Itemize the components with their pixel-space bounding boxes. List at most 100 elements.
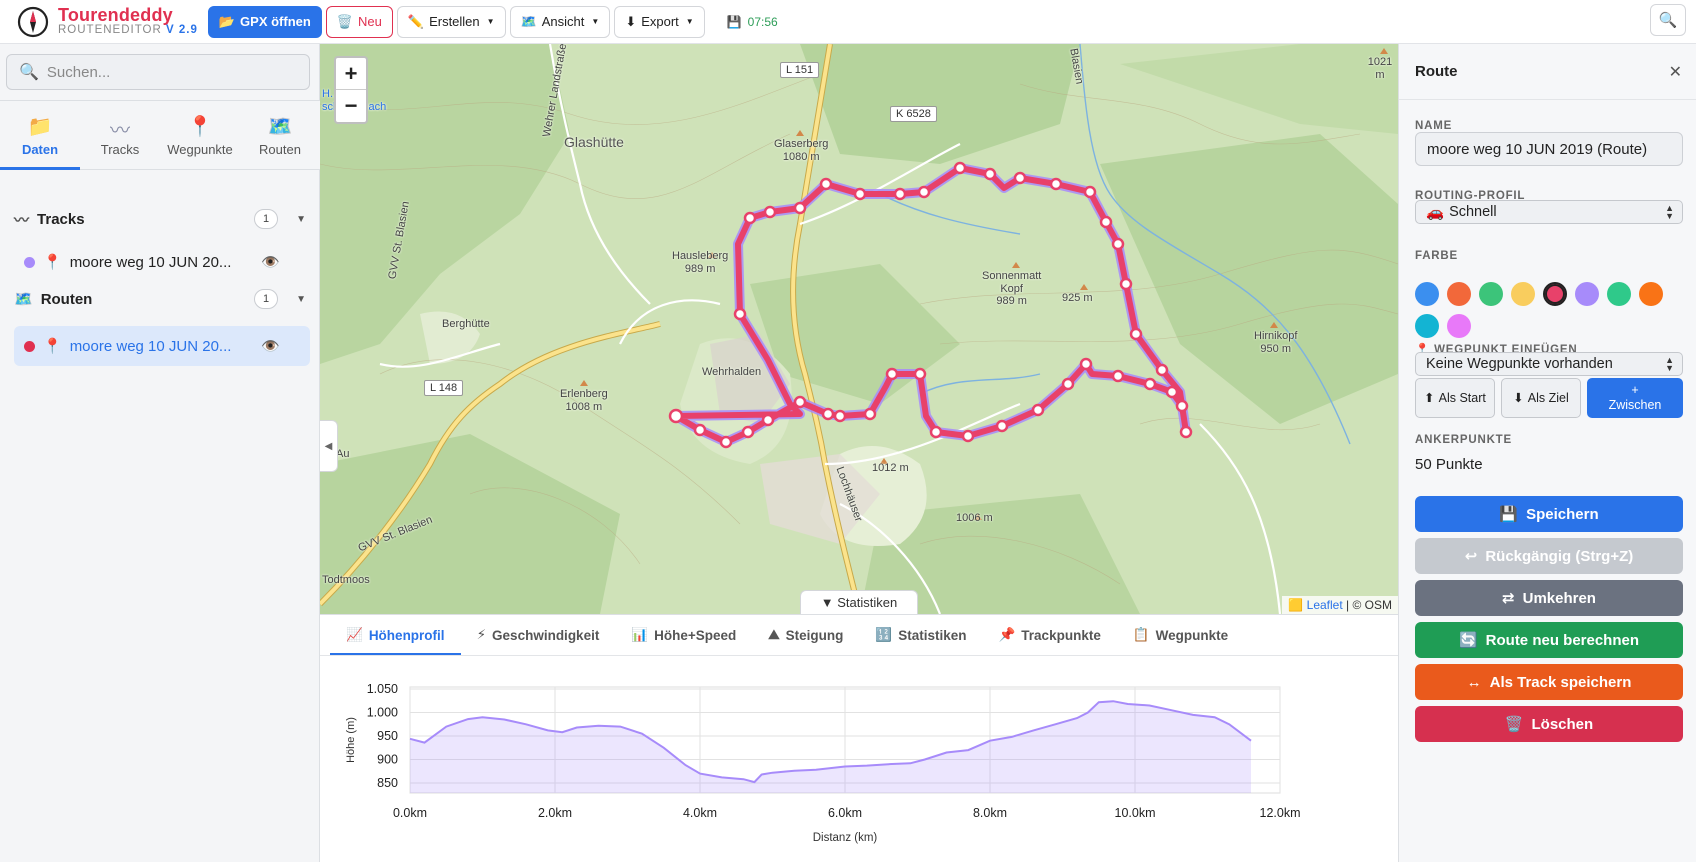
sidebar-collapse-handle[interactable]: ◀	[320, 420, 338, 472]
caret-down-icon: ▼	[486, 17, 495, 26]
tab-steigung[interactable]: ⛰ Steigung	[752, 615, 859, 655]
tab-daten[interactable]: 📁 Daten	[0, 101, 80, 170]
save-as-track-button[interactable]: ↔ Als Track speichern	[1415, 664, 1683, 700]
color-swatch[interactable]	[1447, 314, 1471, 338]
color-swatches	[1415, 282, 1685, 338]
select-arrows-icon: ▲ ▼	[1665, 203, 1674, 221]
tab-hoehe-speed[interactable]: 📊 Höhe+Speed	[615, 615, 752, 655]
pencil-icon: ✏️	[407, 13, 425, 29]
map-label-peak: Erlenberg 1008 m	[560, 388, 608, 413]
waypoint-select[interactable]: Keine Wegpunkte vorhanden ▲ ▼	[1415, 352, 1683, 376]
as-end-button[interactable]: ⬇ Als Ziel	[1501, 378, 1581, 418]
sidebar-tabs: 📁 Daten 〰 Tracks 📍 Wegpunkte 🗺️ Routen	[0, 100, 320, 170]
x-tick-label: 8.0km	[973, 806, 1007, 820]
color-swatch[interactable]	[1447, 282, 1471, 306]
app-subtitle: ROUTENEDITOR	[58, 24, 162, 37]
color-swatch[interactable]	[1511, 282, 1535, 306]
floppy-icon: 💾	[726, 14, 742, 29]
leaflet-link[interactable]: Leaflet	[1307, 598, 1343, 612]
delete-button[interactable]: 🗑️ Löschen	[1415, 706, 1683, 742]
arrow-down-icon: ⬇	[1513, 390, 1524, 405]
y-tick-label: 1.000	[367, 706, 398, 720]
color-label: FARBE	[1415, 250, 1458, 262]
recalculate-route-button[interactable]: 🔄 Route neu berechnen	[1415, 622, 1683, 658]
compass-icon	[17, 6, 49, 37]
refresh-icon: 🔄	[1458, 632, 1478, 649]
zoom-in-button[interactable]: +	[336, 58, 366, 90]
track-item[interactable]: 📍 moore weg 10 JUN 20... 👁️	[14, 242, 310, 282]
search-input[interactable]	[46, 63, 297, 81]
mountain-icon: ⛰	[768, 627, 780, 642]
chevron-down-icon[interactable]: ▼	[296, 214, 306, 225]
eye-icon[interactable]: 👁️	[261, 337, 280, 355]
insert-between-button[interactable]: + Zwischen	[1587, 378, 1683, 418]
route-name: moore weg 10 JUN 20...	[69, 337, 232, 355]
statistics-toggle[interactable]: ▼ Statistiken	[800, 590, 918, 614]
x-tick-label: 10.0km	[1115, 806, 1156, 820]
chevron-left-icon: ◀	[324, 440, 333, 452]
zoom-out-button[interactable]: −	[336, 90, 366, 122]
routes-section-header[interactable]: 🗺️ Routen 1 ▼	[14, 284, 306, 314]
map-icon: 🗺️	[267, 115, 293, 138]
tracks-section-header[interactable]: 〰 Tracks 1 ▼	[14, 204, 306, 234]
view-menu-button[interactable]: 🗺️ Ansicht ▼	[509, 5, 611, 38]
trash-icon: 🗑️	[1504, 716, 1524, 733]
map-label-peak: Glaserberg 1080 m	[774, 138, 829, 163]
color-swatch[interactable]	[1415, 282, 1439, 306]
track-name: moore weg 10 JUN 20...	[69, 253, 232, 271]
routing-profile-select[interactable]: 🚗 Schnell ▲ ▼	[1415, 200, 1683, 224]
pin-icon: 📍	[43, 338, 62, 355]
sidebar-search: 🔍	[6, 54, 310, 90]
tab-geschwindigkeit[interactable]: ⚡ Geschwindigkeit	[461, 615, 616, 655]
name-label: NAME	[1415, 120, 1453, 132]
export-menu-button[interactable]: ⬇ Export ▼	[614, 5, 705, 38]
save-button[interactable]: 💾 Speichern	[1415, 496, 1683, 532]
left-sidebar: 🔍 📁Daten 〰Tracks 📍Wegpunkte 🗺️Routen 〰 T…	[0, 44, 320, 862]
eye-icon[interactable]: 👁️	[261, 253, 280, 271]
lightning-icon: ⚡	[476, 627, 487, 642]
tab-trackpunkte[interactable]: 📌 Trackpunkte	[982, 615, 1116, 655]
app-version: V 2.9	[166, 24, 198, 37]
undo-button[interactable]: ↩ Rückgängig (Strg+Z)	[1415, 538, 1683, 574]
folder-icon: 📂	[218, 13, 236, 29]
route-name-input[interactable]	[1415, 132, 1683, 166]
route-item[interactable]: 📍 moore weg 10 JUN 20... 👁️	[14, 326, 310, 366]
tab-hoehenprofil[interactable]: 📈 Höhenprofil	[330, 615, 461, 656]
new-button[interactable]: 🗑️ Neu	[325, 5, 393, 38]
as-start-button[interactable]: ⬆ Als Start	[1415, 378, 1495, 418]
y-tick-label: 900	[377, 753, 398, 767]
gpx-open-button[interactable]: 📂 GPX öffnen	[207, 5, 322, 38]
track-icon: 〰	[110, 119, 130, 142]
x-tick-label: 12.0km	[1260, 806, 1301, 820]
tab-wegpunkte-table[interactable]: 📋 Wegpunkte	[1117, 615, 1244, 655]
color-swatch[interactable]	[1479, 282, 1503, 306]
tab-routen[interactable]: 🗺️ Routen	[240, 101, 320, 169]
anchor-points-value: 50 Punkte	[1415, 456, 1483, 473]
chevron-down-icon[interactable]: ▼	[296, 294, 306, 305]
tab-statistiken[interactable]: 🔢 Statistiken	[859, 615, 982, 655]
elevation-chart[interactable]: 0.0km 2.0km 4.0km 6.0km 8.0km 10.0km 12.0km 1.0…	[320, 655, 1398, 862]
track-color-dot	[24, 256, 35, 268]
global-search-button[interactable]: 🔍	[1650, 4, 1686, 36]
road-shield: L 148	[424, 380, 464, 396]
color-swatch[interactable]	[1639, 282, 1663, 306]
x-axis-label: Distanz (km)	[813, 832, 878, 844]
download-icon: ⬇	[625, 13, 637, 29]
tab-tracks[interactable]: 〰 Tracks	[80, 101, 160, 169]
pushpin-icon: 📌	[998, 627, 1016, 642]
color-swatch[interactable]	[1543, 282, 1567, 306]
y-tick-label: 1.050	[367, 682, 398, 696]
map-view[interactable]: Glashütte Glaserberg 1080 m Hausleberg 9…	[320, 44, 1398, 614]
y-axis-label: Höhe (m)	[345, 717, 357, 763]
color-swatch[interactable]	[1607, 282, 1631, 306]
numbers-icon: 🔢	[875, 627, 893, 642]
tab-wegpunkte[interactable]: 📍 Wegpunkte	[160, 101, 240, 169]
color-swatch[interactable]	[1575, 282, 1599, 306]
color-swatch[interactable]	[1415, 314, 1439, 338]
car-icon: 🚗	[1426, 204, 1445, 221]
app-title: Tourendeddy	[58, 5, 173, 26]
close-icon[interactable]: ✕	[1669, 62, 1682, 82]
create-menu-button[interactable]: ✏️ Erstellen ▼	[396, 5, 506, 38]
reverse-button[interactable]: ⇄ Umkehren	[1415, 580, 1683, 616]
search-icon: 🔍	[19, 64, 39, 81]
